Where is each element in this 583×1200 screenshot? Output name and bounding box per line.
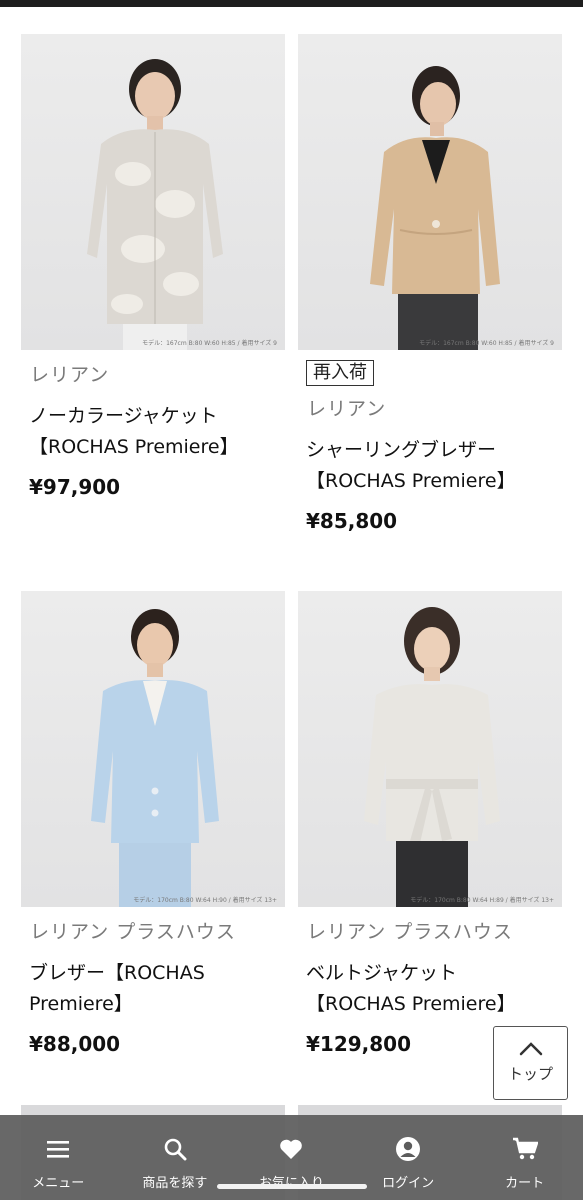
product-name[interactable]: ブレザー【ROCHAS Premiere】: [29, 958, 279, 1020]
product-name[interactable]: ノーカラージャケット【ROCHAS Premiere】: [29, 401, 279, 463]
product-brand: レリアン: [307, 398, 387, 420]
cart-icon: [466, 1135, 583, 1163]
product-brand: レリアン プラスハウス: [30, 921, 236, 943]
nav-search-label: 商品を探す: [142, 1176, 208, 1191]
model-figure: [370, 66, 500, 350]
product-image[interactable]: モデル：167cm B:80 W:60 H:85 / 着用サイズ 9: [298, 34, 562, 350]
photo-caption: モデル：167cm B:80 W:60 H:85 / 着用サイズ 9: [419, 340, 554, 347]
product-name[interactable]: シャーリングブレザー【ROCHAS Premiere】: [306, 435, 556, 497]
product-brand: レリアン プラスハウス: [307, 921, 513, 943]
product-image[interactable]: モデル：170cm B:80 W:64 H:90 / 着用サイズ 13+: [21, 591, 285, 907]
model-figure: [364, 607, 500, 907]
scroll-top-button[interactable]: トップ: [493, 1026, 568, 1100]
product-image[interactable]: モデル：167cm B:80 W:60 H:85 / 着用サイズ 9: [21, 34, 285, 350]
product-brand: レリアン: [30, 364, 110, 386]
product-price: ¥85,800: [306, 509, 398, 533]
home-indicator: [217, 1184, 367, 1189]
nav-search[interactable]: 商品を探す: [117, 1115, 234, 1200]
nav-menu-label: メニュー: [32, 1176, 85, 1191]
model-figure: [87, 59, 223, 350]
product-card[interactable]: モデル：167cm B:80 W:60 H:85 / 着用サイズ 9 再入荷 レ…: [298, 34, 562, 533]
product-card[interactable]: モデル：167cm B:80 W:60 H:85 / 着用サイズ 9 レリアン …: [21, 34, 285, 499]
photo-caption: モデル：170cm B:80 W:64 H:89 / 着用サイズ 13+: [410, 897, 554, 904]
model-figure: [91, 609, 219, 907]
scroll-top-label: トップ: [507, 1065, 553, 1083]
heart-icon: [233, 1135, 350, 1163]
product-card[interactable]: モデル：170cm B:80 W:64 H:90 / 着用サイズ 13+ レリア…: [21, 591, 285, 1056]
nav-cart[interactable]: カート: [466, 1115, 583, 1200]
product-card[interactable]: モデル：170cm B:80 W:64 H:89 / 着用サイズ 13+ レリア…: [298, 591, 562, 1056]
search-icon: [117, 1135, 234, 1163]
product-name[interactable]: ベルトジャケット【ROCHAS Premiere】: [306, 958, 556, 1020]
nav-login[interactable]: ログイン: [350, 1115, 467, 1200]
nav-login-label: ログイン: [382, 1176, 435, 1191]
product-price: ¥97,900: [29, 475, 121, 499]
product-image[interactable]: モデル：170cm B:80 W:64 H:89 / 着用サイズ 13+: [298, 591, 562, 907]
menu-icon: [0, 1135, 117, 1163]
nav-cart-label: カート: [505, 1176, 545, 1191]
photo-caption: モデル：167cm B:80 W:60 H:85 / 着用サイズ 9: [142, 340, 277, 347]
photo-caption: モデル：170cm B:80 W:64 H:90 / 着用サイズ 13+: [133, 897, 277, 904]
chevron-up-icon: [494, 1041, 567, 1061]
user-icon: [350, 1135, 467, 1163]
status-bar-strip: [0, 0, 583, 7]
nav-menu[interactable]: メニュー: [0, 1115, 117, 1200]
restock-badge: 再入荷: [306, 360, 374, 386]
product-price: ¥88,000: [29, 1032, 121, 1056]
